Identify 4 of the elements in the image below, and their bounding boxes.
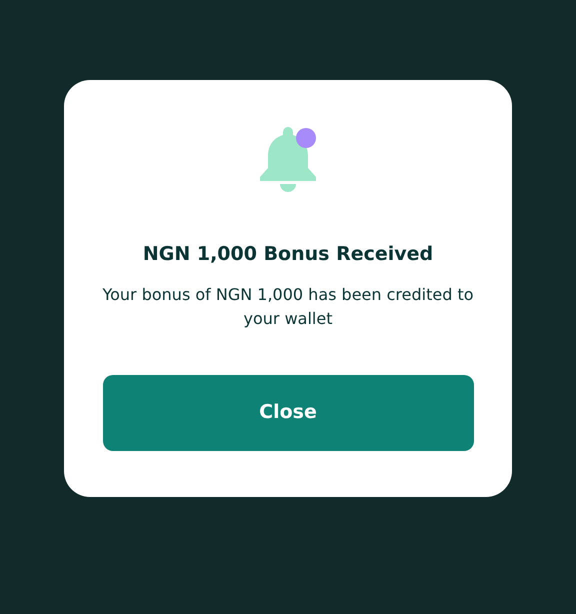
dialog-title: NGN 1,000 Bonus Received [142, 242, 434, 267]
dialog-message: Your bonus of NGN 1,000 has been credited to your wallet [101, 284, 475, 330]
close-button[interactable]: Close [102, 374, 474, 450]
bell-icon [257, 126, 319, 192]
